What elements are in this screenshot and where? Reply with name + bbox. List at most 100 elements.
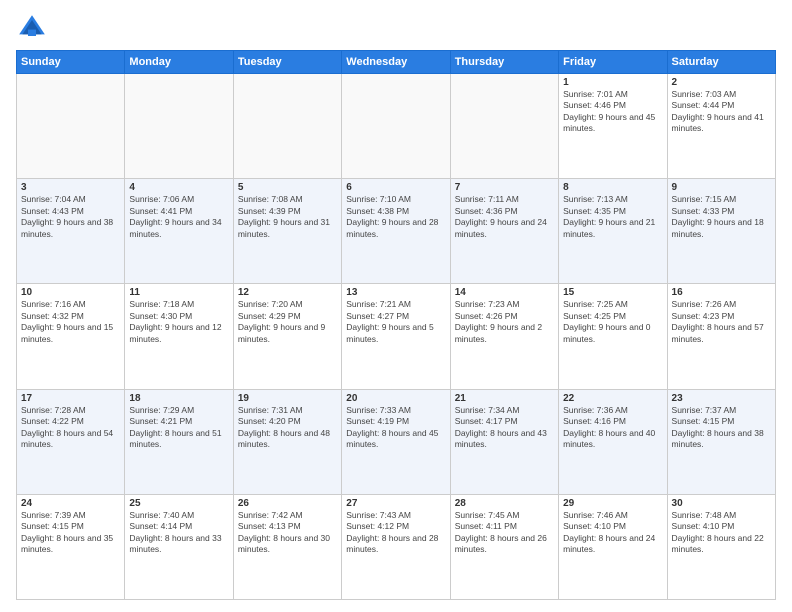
day-info: Sunrise: 7:16 AM Sunset: 4:32 PM Dayligh… [21, 299, 120, 345]
calendar-cell: 6Sunrise: 7:10 AM Sunset: 4:38 PM Daylig… [342, 179, 450, 284]
weekday-header-tuesday: Tuesday [233, 51, 341, 74]
day-number: 15 [563, 287, 662, 298]
weekday-header-monday: Monday [125, 51, 233, 74]
week-row-5: 24Sunrise: 7:39 AM Sunset: 4:15 PM Dayli… [17, 494, 776, 599]
day-info: Sunrise: 7:40 AM Sunset: 4:14 PM Dayligh… [129, 510, 228, 556]
day-number: 29 [563, 498, 662, 509]
day-number: 28 [455, 498, 554, 509]
calendar-cell: 16Sunrise: 7:26 AM Sunset: 4:23 PM Dayli… [667, 284, 775, 389]
day-info: Sunrise: 7:29 AM Sunset: 4:21 PM Dayligh… [129, 405, 228, 451]
calendar-cell: 19Sunrise: 7:31 AM Sunset: 4:20 PM Dayli… [233, 389, 341, 494]
calendar-cell: 9Sunrise: 7:15 AM Sunset: 4:33 PM Daylig… [667, 179, 775, 284]
day-number: 9 [672, 182, 771, 193]
day-info: Sunrise: 7:01 AM Sunset: 4:46 PM Dayligh… [563, 89, 662, 135]
week-row-2: 3Sunrise: 7:04 AM Sunset: 4:43 PM Daylig… [17, 179, 776, 284]
day-number: 16 [672, 287, 771, 298]
calendar-cell: 10Sunrise: 7:16 AM Sunset: 4:32 PM Dayli… [17, 284, 125, 389]
calendar-cell [233, 74, 341, 179]
logo [16, 12, 52, 44]
day-number: 1 [563, 77, 662, 88]
calendar-cell [342, 74, 450, 179]
calendar-cell: 29Sunrise: 7:46 AM Sunset: 4:10 PM Dayli… [559, 494, 667, 599]
header [16, 12, 776, 44]
weekday-header-saturday: Saturday [667, 51, 775, 74]
calendar-cell: 4Sunrise: 7:06 AM Sunset: 4:41 PM Daylig… [125, 179, 233, 284]
weekday-header-thursday: Thursday [450, 51, 558, 74]
day-number: 8 [563, 182, 662, 193]
calendar-cell: 30Sunrise: 7:48 AM Sunset: 4:10 PM Dayli… [667, 494, 775, 599]
day-info: Sunrise: 7:11 AM Sunset: 4:36 PM Dayligh… [455, 194, 554, 240]
day-number: 21 [455, 393, 554, 404]
day-number: 26 [238, 498, 337, 509]
day-number: 17 [21, 393, 120, 404]
day-number: 27 [346, 498, 445, 509]
calendar-cell: 21Sunrise: 7:34 AM Sunset: 4:17 PM Dayli… [450, 389, 558, 494]
calendar-cell: 28Sunrise: 7:45 AM Sunset: 4:11 PM Dayli… [450, 494, 558, 599]
day-number: 6 [346, 182, 445, 193]
day-number: 4 [129, 182, 228, 193]
calendar-cell: 13Sunrise: 7:21 AM Sunset: 4:27 PM Dayli… [342, 284, 450, 389]
day-number: 14 [455, 287, 554, 298]
day-number: 5 [238, 182, 337, 193]
day-info: Sunrise: 7:48 AM Sunset: 4:10 PM Dayligh… [672, 510, 771, 556]
weekday-header-sunday: Sunday [17, 51, 125, 74]
day-number: 3 [21, 182, 120, 193]
day-number: 22 [563, 393, 662, 404]
day-number: 25 [129, 498, 228, 509]
calendar-cell: 5Sunrise: 7:08 AM Sunset: 4:39 PM Daylig… [233, 179, 341, 284]
day-number: 18 [129, 393, 228, 404]
calendar-cell: 12Sunrise: 7:20 AM Sunset: 4:29 PM Dayli… [233, 284, 341, 389]
day-info: Sunrise: 7:03 AM Sunset: 4:44 PM Dayligh… [672, 89, 771, 135]
day-info: Sunrise: 7:23 AM Sunset: 4:26 PM Dayligh… [455, 299, 554, 345]
weekday-header-wednesday: Wednesday [342, 51, 450, 74]
day-number: 24 [21, 498, 120, 509]
day-number: 23 [672, 393, 771, 404]
day-info: Sunrise: 7:36 AM Sunset: 4:16 PM Dayligh… [563, 405, 662, 451]
day-info: Sunrise: 7:39 AM Sunset: 4:15 PM Dayligh… [21, 510, 120, 556]
day-number: 20 [346, 393, 445, 404]
day-number: 13 [346, 287, 445, 298]
day-number: 19 [238, 393, 337, 404]
day-number: 11 [129, 287, 228, 298]
calendar-cell: 8Sunrise: 7:13 AM Sunset: 4:35 PM Daylig… [559, 179, 667, 284]
day-info: Sunrise: 7:04 AM Sunset: 4:43 PM Dayligh… [21, 194, 120, 240]
day-info: Sunrise: 7:31 AM Sunset: 4:20 PM Dayligh… [238, 405, 337, 451]
calendar-cell: 7Sunrise: 7:11 AM Sunset: 4:36 PM Daylig… [450, 179, 558, 284]
day-info: Sunrise: 7:20 AM Sunset: 4:29 PM Dayligh… [238, 299, 337, 345]
day-info: Sunrise: 7:21 AM Sunset: 4:27 PM Dayligh… [346, 299, 445, 345]
day-info: Sunrise: 7:25 AM Sunset: 4:25 PM Dayligh… [563, 299, 662, 345]
day-info: Sunrise: 7:08 AM Sunset: 4:39 PM Dayligh… [238, 194, 337, 240]
calendar-cell: 24Sunrise: 7:39 AM Sunset: 4:15 PM Dayli… [17, 494, 125, 599]
page: SundayMondayTuesdayWednesdayThursdayFrid… [0, 0, 792, 612]
day-info: Sunrise: 7:28 AM Sunset: 4:22 PM Dayligh… [21, 405, 120, 451]
week-row-3: 10Sunrise: 7:16 AM Sunset: 4:32 PM Dayli… [17, 284, 776, 389]
day-info: Sunrise: 7:13 AM Sunset: 4:35 PM Dayligh… [563, 194, 662, 240]
calendar-cell: 1Sunrise: 7:01 AM Sunset: 4:46 PM Daylig… [559, 74, 667, 179]
calendar-cell: 20Sunrise: 7:33 AM Sunset: 4:19 PM Dayli… [342, 389, 450, 494]
calendar-cell: 18Sunrise: 7:29 AM Sunset: 4:21 PM Dayli… [125, 389, 233, 494]
calendar-cell [450, 74, 558, 179]
weekday-header-friday: Friday [559, 51, 667, 74]
calendar-cell: 23Sunrise: 7:37 AM Sunset: 4:15 PM Dayli… [667, 389, 775, 494]
day-info: Sunrise: 7:42 AM Sunset: 4:13 PM Dayligh… [238, 510, 337, 556]
calendar-cell: 14Sunrise: 7:23 AM Sunset: 4:26 PM Dayli… [450, 284, 558, 389]
calendar-cell [125, 74, 233, 179]
calendar-cell: 17Sunrise: 7:28 AM Sunset: 4:22 PM Dayli… [17, 389, 125, 494]
calendar-cell: 2Sunrise: 7:03 AM Sunset: 4:44 PM Daylig… [667, 74, 775, 179]
day-info: Sunrise: 7:33 AM Sunset: 4:19 PM Dayligh… [346, 405, 445, 451]
day-info: Sunrise: 7:26 AM Sunset: 4:23 PM Dayligh… [672, 299, 771, 345]
day-info: Sunrise: 7:34 AM Sunset: 4:17 PM Dayligh… [455, 405, 554, 451]
day-number: 30 [672, 498, 771, 509]
day-info: Sunrise: 7:43 AM Sunset: 4:12 PM Dayligh… [346, 510, 445, 556]
calendar-cell: 27Sunrise: 7:43 AM Sunset: 4:12 PM Dayli… [342, 494, 450, 599]
day-info: Sunrise: 7:37 AM Sunset: 4:15 PM Dayligh… [672, 405, 771, 451]
day-info: Sunrise: 7:18 AM Sunset: 4:30 PM Dayligh… [129, 299, 228, 345]
calendar-cell: 11Sunrise: 7:18 AM Sunset: 4:30 PM Dayli… [125, 284, 233, 389]
day-info: Sunrise: 7:15 AM Sunset: 4:33 PM Dayligh… [672, 194, 771, 240]
day-number: 12 [238, 287, 337, 298]
calendar-cell: 3Sunrise: 7:04 AM Sunset: 4:43 PM Daylig… [17, 179, 125, 284]
day-number: 10 [21, 287, 120, 298]
calendar-cell: 15Sunrise: 7:25 AM Sunset: 4:25 PM Dayli… [559, 284, 667, 389]
weekday-header-row: SundayMondayTuesdayWednesdayThursdayFrid… [17, 51, 776, 74]
calendar-cell: 26Sunrise: 7:42 AM Sunset: 4:13 PM Dayli… [233, 494, 341, 599]
